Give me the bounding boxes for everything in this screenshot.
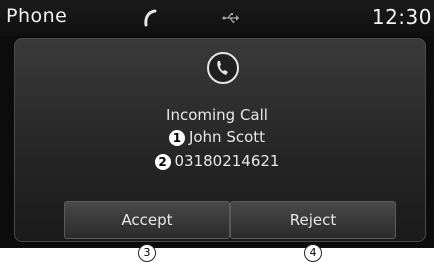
callout-1: 1 (168, 129, 185, 146)
callout-3: 3 (138, 244, 156, 262)
usb-icon (222, 10, 240, 29)
callout-4: 4 (304, 244, 322, 262)
call-status: Incoming Call (166, 106, 268, 124)
callout-2: 2 (154, 153, 171, 170)
status-bar: Phone 12:30 (0, 0, 434, 36)
handset-icon (140, 8, 160, 32)
reject-button[interactable]: Reject (230, 201, 396, 239)
accept-button[interactable]: Accept (64, 201, 230, 239)
phone-ring-icon (205, 50, 241, 86)
caller-name: John Scott (188, 128, 266, 146)
caller-number-row: 2 03180214621 (0, 152, 434, 170)
app-title: Phone (6, 5, 68, 27)
caller-number: 03180214621 (174, 152, 280, 170)
clock: 12:30 (371, 5, 432, 29)
reject-label: Reject (289, 211, 337, 229)
accept-label: Accept (121, 211, 173, 229)
phone-screen: Phone 12:30 Incoming Call 1John Scott 2 … (0, 0, 434, 248)
caller-name-row: 1 John Scott (0, 128, 434, 146)
